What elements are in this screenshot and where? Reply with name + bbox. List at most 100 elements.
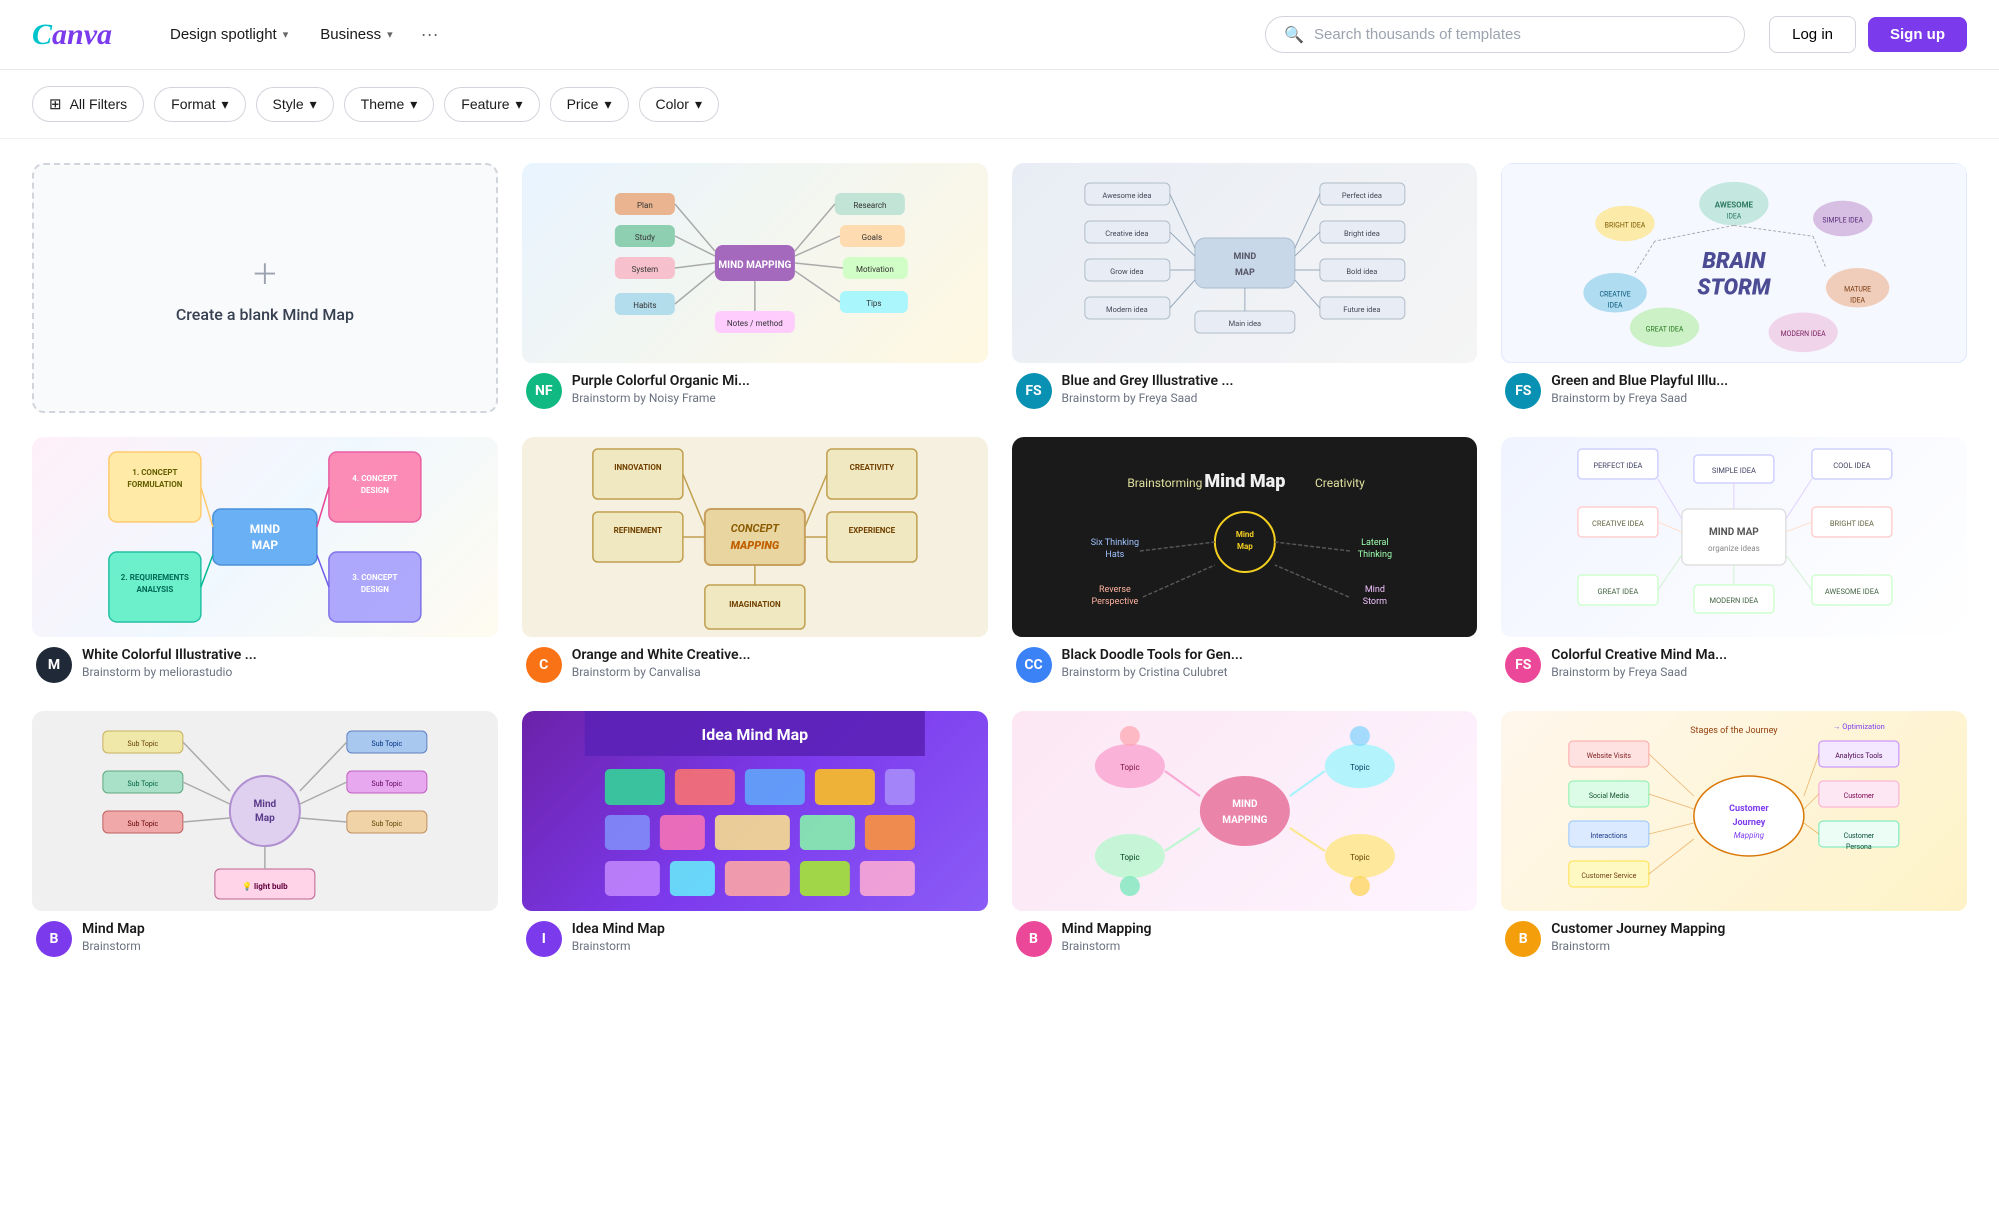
svg-text:Main idea: Main idea bbox=[1228, 319, 1261, 328]
svg-text:Canva: Canva bbox=[32, 18, 112, 50]
canva-logo[interactable]: Canva bbox=[32, 12, 132, 58]
svg-text:Study: Study bbox=[635, 233, 655, 242]
template-subtitle: Brainstorm by Freya Saad bbox=[1062, 391, 1474, 405]
template-subtitle: Brainstorm by Freya Saad bbox=[1551, 391, 1963, 405]
svg-text:organize ideas: organize ideas bbox=[1708, 544, 1760, 553]
svg-text:Awesome idea: Awesome idea bbox=[1102, 191, 1151, 200]
svg-text:Mind: Mind bbox=[1364, 585, 1384, 595]
svg-text:MIND: MIND bbox=[1233, 252, 1256, 262]
template-title: Customer Journey Mapping bbox=[1551, 921, 1963, 937]
svg-text:Thinking: Thinking bbox=[1357, 550, 1391, 560]
svg-text:Stages of the Journey: Stages of the Journey bbox=[1690, 726, 1778, 736]
template-meta: Green and Blue Playful Illu... Brainstor… bbox=[1551, 373, 1963, 405]
feature-filter[interactable]: Feature ▾ bbox=[444, 87, 539, 122]
svg-text:MODERN IDEA: MODERN IDEA bbox=[1781, 330, 1827, 338]
avatar: CC bbox=[1016, 647, 1052, 683]
avatar: C bbox=[526, 647, 562, 683]
template-thumbnail: Mind Map Sub Topic Sub Topic Sub Topic S… bbox=[32, 711, 498, 911]
template-card[interactable]: Mind Map Sub Topic Sub Topic Sub Topic S… bbox=[32, 711, 498, 961]
template-card[interactable]: Idea Mind Map bbox=[522, 711, 988, 961]
svg-text:Motivation: Motivation bbox=[856, 265, 894, 274]
template-card[interactable]: AWESOME IDEA BRIGHT IDEA SIMPLE IDEA CRE… bbox=[1501, 163, 1967, 413]
template-title: Purple Colorful Organic Mi... bbox=[572, 373, 984, 389]
template-thumbnail: MIND MAPPING Plan Study System Habits bbox=[522, 163, 988, 363]
template-meta: Customer Journey Mapping Brainstorm bbox=[1551, 921, 1963, 953]
template-card[interactable]: Mind Map Brainstorming Creativity Mind M… bbox=[1012, 437, 1478, 687]
template-thumbnail: MIND MAP Awesome idea Creative idea Grow… bbox=[1012, 163, 1478, 363]
template-card[interactable]: MIND MAPPING Plan Study System Habits bbox=[522, 163, 988, 413]
template-card[interactable]: MIND MAPPING Topic Topic Topic Topic bbox=[1012, 711, 1478, 961]
svg-text:Storm: Storm bbox=[1362, 597, 1386, 607]
template-thumbnail: Idea Mind Map bbox=[522, 711, 988, 911]
main-nav: Design spotlight ▾ Business ▾ ··· bbox=[156, 16, 449, 53]
svg-text:CREATIVITY: CREATIVITY bbox=[849, 463, 894, 472]
style-filter[interactable]: Style ▾ bbox=[256, 87, 334, 122]
svg-text:Sub Topic: Sub Topic bbox=[128, 820, 159, 828]
login-button[interactable]: Log in bbox=[1769, 16, 1856, 53]
svg-text:Topic: Topic bbox=[1120, 853, 1140, 862]
template-info: FS Blue and Grey Illustrative ... Brains… bbox=[1012, 363, 1478, 413]
theme-filter[interactable]: Theme ▾ bbox=[344, 87, 435, 122]
template-meta: Orange and White Creative... Brainstorm … bbox=[572, 647, 984, 679]
svg-text:4. CONCEPT: 4. CONCEPT bbox=[352, 474, 397, 483]
svg-text:Persona: Persona bbox=[1846, 843, 1872, 851]
template-card[interactable]: MIND MAP 1. CONCEPT FORMULATION 4. CONCE… bbox=[32, 437, 498, 687]
svg-text:Creative idea: Creative idea bbox=[1105, 229, 1148, 238]
template-title: Mind Mapping bbox=[1062, 921, 1474, 937]
template-card[interactable]: Stages of the Journey Customer Journey M… bbox=[1501, 711, 1967, 961]
template-title: Black Doodle Tools for Gen... bbox=[1062, 647, 1474, 663]
more-nav[interactable]: ··· bbox=[411, 16, 449, 53]
svg-text:Sub Topic: Sub Topic bbox=[128, 780, 159, 788]
template-meta: Colorful Creative Mind Ma... Brainstorm … bbox=[1551, 647, 1963, 679]
svg-text:MAPPING: MAPPING bbox=[730, 539, 779, 552]
template-info: C Orange and White Creative... Brainstor… bbox=[522, 637, 988, 687]
svg-text:IMAGINATION: IMAGINATION bbox=[729, 600, 781, 609]
svg-text:Habits: Habits bbox=[633, 301, 656, 310]
chevron-down-icon: ▾ bbox=[387, 28, 393, 41]
svg-text:Reverse: Reverse bbox=[1098, 585, 1130, 595]
svg-text:Perfect idea: Perfect idea bbox=[1341, 191, 1381, 200]
template-meta: Purple Colorful Organic Mi... Brainstorm… bbox=[572, 373, 984, 405]
all-filters-button[interactable]: ⊞ All Filters bbox=[32, 86, 144, 122]
svg-text:PERFECT IDEA: PERFECT IDEA bbox=[1594, 461, 1643, 470]
template-card[interactable]: MIND MAP organize ideas PERFECT IDEA SIM… bbox=[1501, 437, 1967, 687]
design-spotlight-nav[interactable]: Design spotlight ▾ bbox=[156, 18, 302, 51]
svg-text:System: System bbox=[631, 265, 658, 274]
avatar: FS bbox=[1016, 373, 1052, 409]
svg-text:Customer: Customer bbox=[1844, 792, 1875, 800]
svg-text:Mapping: Mapping bbox=[1734, 831, 1765, 840]
svg-text:Plan: Plan bbox=[637, 201, 653, 210]
svg-text:Map: Map bbox=[1236, 542, 1252, 551]
svg-text:Perspective: Perspective bbox=[1091, 597, 1138, 607]
template-thumbnail: Mind Map Brainstorming Creativity Mind M… bbox=[1012, 437, 1478, 637]
svg-text:Hats: Hats bbox=[1105, 550, 1124, 560]
svg-text:INNOVATION: INNOVATION bbox=[614, 463, 662, 472]
search-input[interactable] bbox=[1314, 26, 1726, 43]
chevron-down-icon: ▾ bbox=[283, 28, 289, 41]
chevron-down-icon: ▾ bbox=[310, 96, 317, 113]
template-info: FS Green and Blue Playful Illu... Brains… bbox=[1501, 363, 1967, 413]
price-filter[interactable]: Price ▾ bbox=[550, 87, 629, 122]
template-subtitle: Brainstorm bbox=[572, 939, 984, 953]
template-card[interactable]: MIND MAP Awesome idea Creative idea Grow… bbox=[1012, 163, 1478, 413]
svg-text:Goals: Goals bbox=[861, 233, 881, 242]
avatar: M bbox=[36, 647, 72, 683]
template-grid: ＋ Create a blank Mind Map MIND MAPPING P… bbox=[0, 139, 1999, 985]
search-bar: 🔍 bbox=[1265, 16, 1745, 53]
chevron-down-icon: ▾ bbox=[516, 96, 523, 113]
color-filter[interactable]: Color ▾ bbox=[639, 87, 720, 122]
avatar: B bbox=[36, 921, 72, 957]
template-subtitle: Brainstorm bbox=[1062, 939, 1474, 953]
signup-button[interactable]: Sign up bbox=[1868, 17, 1967, 52]
format-filter[interactable]: Format ▾ bbox=[154, 87, 245, 122]
template-title: Colorful Creative Mind Ma... bbox=[1551, 647, 1963, 663]
avatar: I bbox=[526, 921, 562, 957]
template-title: Orange and White Creative... bbox=[572, 647, 984, 663]
template-card[interactable]: CONCEPT MAPPING INNOVATION CREATIVITY RE… bbox=[522, 437, 988, 687]
business-nav[interactable]: Business ▾ bbox=[306, 18, 406, 51]
blank-mind-map-card[interactable]: ＋ Create a blank Mind Map bbox=[32, 163, 498, 413]
template-subtitle: Brainstorm by Noisy Frame bbox=[572, 391, 984, 405]
svg-text:Analytics Tools: Analytics Tools bbox=[1835, 752, 1883, 760]
svg-text:Topic: Topic bbox=[1350, 853, 1370, 862]
template-title: Blue and Grey Illustrative ... bbox=[1062, 373, 1474, 389]
